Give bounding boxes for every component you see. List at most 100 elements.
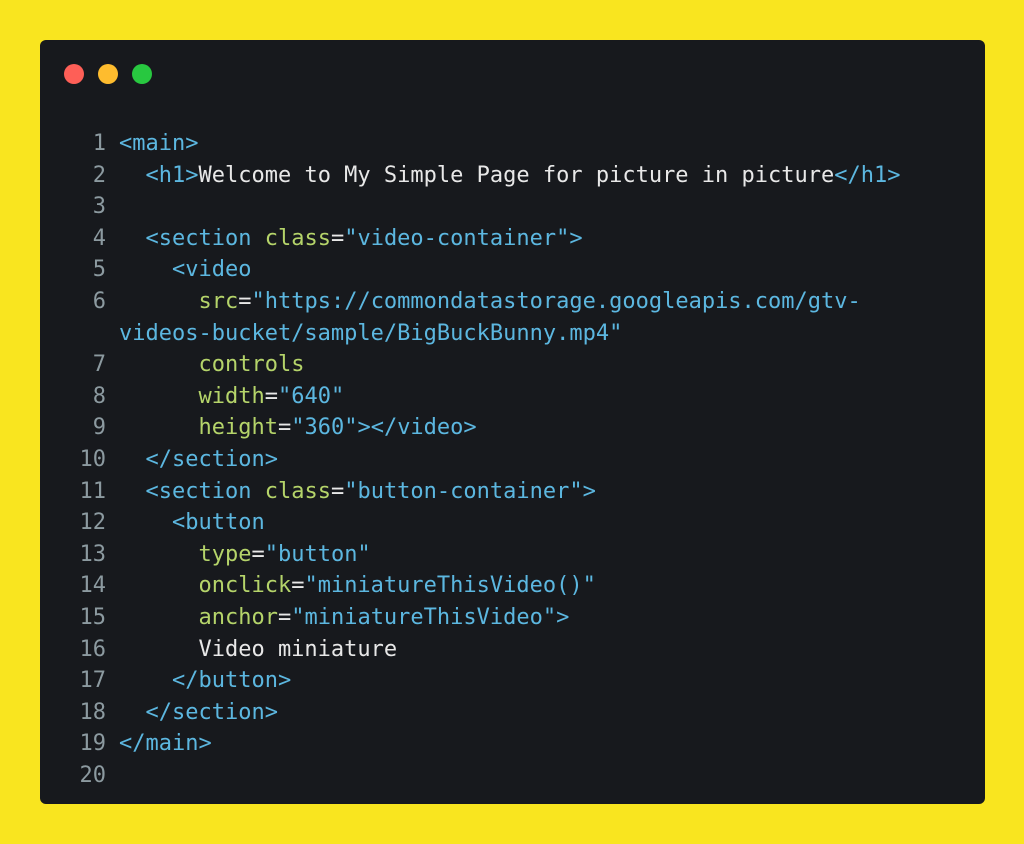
- code-line: 14 onclick="miniatureThisVideo()": [40, 570, 985, 602]
- maximize-dot-icon[interactable]: [132, 64, 152, 84]
- code-token-plain: =: [291, 573, 305, 599]
- code-token-str: "button": [264, 541, 371, 567]
- code-token-tag: <button: [171, 510, 265, 536]
- code-token-tag: <section: [145, 478, 265, 504]
- line-number: 7: [92, 352, 106, 378]
- code-line: 16 Video miniature: [40, 634, 985, 666]
- code-text: <section class="button-container">: [106, 476, 596, 508]
- code-token-tag: >: [582, 478, 596, 504]
- code-text: </section>: [106, 697, 278, 729]
- code-text: </button>: [106, 665, 291, 697]
- code-token-plain: =: [251, 541, 265, 567]
- code-line: 17 </button>: [40, 665, 985, 697]
- code-line: 1 <main>: [40, 128, 985, 160]
- code-token-tag: </main>: [119, 731, 212, 757]
- code-token-tag: </section>: [145, 446, 278, 472]
- line-number: 2: [92, 162, 106, 188]
- code-token-attr: height: [198, 415, 278, 441]
- code-token-plain: =: [330, 225, 345, 251]
- code-token-attr: type: [198, 541, 252, 567]
- code-token-plain: =: [277, 415, 292, 441]
- code-block: 1 <main> 2 <h1>Welcome to My Simple Page f…: [40, 128, 985, 791]
- code-line: 5 <video: [40, 254, 985, 286]
- code-token-str: "640": [277, 383, 345, 409]
- code-token-str: videos-bucket/sample/BigBuckBunny.mp4": [119, 320, 623, 346]
- code-text: width="640": [106, 381, 344, 413]
- code-text: type="button": [106, 539, 371, 571]
- window-controls: [64, 64, 152, 84]
- code-token-tag: <section: [145, 225, 265, 251]
- line-number: 15: [79, 604, 107, 630]
- code-token-tag: </section>: [145, 699, 278, 725]
- code-line: 13 type="button": [40, 539, 985, 571]
- code-text: <main>: [106, 128, 198, 160]
- code-token-attr: controls: [198, 352, 305, 378]
- code-token-plain: Video miniature: [119, 636, 398, 662]
- code-line: 8 width="640": [40, 381, 985, 413]
- line-number: 18: [79, 699, 107, 725]
- code-token-tag: </button>: [171, 668, 292, 694]
- code-line: 15 anchor="miniatureThisVideo">: [40, 602, 985, 634]
- code-line: 6 src="https://commondatastorage.googlea…: [40, 286, 985, 318]
- code-token-str: "miniatureThisVideo()": [304, 573, 596, 599]
- code-line: 4 <section class="video-container">: [40, 223, 985, 255]
- close-dot-icon[interactable]: [64, 64, 84, 84]
- line-number: 1: [92, 131, 106, 156]
- code-token-tag: >: [556, 604, 570, 630]
- code-token-plain: =: [277, 604, 292, 630]
- code-token-str: "360": [291, 415, 358, 441]
- code-line: 18 </section>: [40, 697, 985, 729]
- code-text: anchor="miniatureThisVideo">: [106, 602, 569, 634]
- line-number: 12: [79, 510, 107, 536]
- code-token-tag: ></video>: [357, 415, 477, 441]
- minimize-dot-icon[interactable]: [98, 64, 118, 84]
- line-number: 16: [79, 636, 107, 662]
- code-window: 1 <main> 2 <h1>Welcome to My Simple Page f…: [40, 40, 985, 804]
- code-token-attr: onclick: [198, 573, 292, 599]
- line-number: 3: [92, 194, 106, 220]
- code-text: </section>: [106, 444, 278, 476]
- line-number: 9: [92, 415, 106, 441]
- code-token-tag: <video: [171, 257, 252, 283]
- code-token-plain: =: [330, 478, 345, 504]
- code-token-tag: <main>: [119, 131, 199, 156]
- code-text: <button: [106, 507, 265, 539]
- line-number: 17: [79, 668, 107, 694]
- line-number: 14: [79, 573, 107, 599]
- code-line: 12 <button: [40, 507, 985, 539]
- code-line: 9 height="360"></video>: [40, 412, 985, 444]
- code-line: 2 <h1>Welcome to My Simple Page for pict…: [40, 160, 985, 192]
- code-text: </main>: [106, 728, 212, 760]
- code-text: height="360"></video>: [106, 412, 477, 444]
- code-token-attr: src: [198, 288, 239, 314]
- code-token-attr: anchor: [198, 604, 278, 630]
- line-number: 11: [79, 478, 107, 504]
- code-token-str: "miniatureThisVideo": [291, 604, 557, 630]
- code-token-attr: class: [264, 478, 331, 504]
- code-token-plain: =: [238, 288, 252, 314]
- code-text: <video: [106, 254, 251, 286]
- code-token-tag: >: [569, 225, 583, 251]
- code-token-tag: </h1>: [834, 162, 901, 188]
- line-number: 5: [92, 257, 106, 283]
- code-line-wrap: videos-bucket/sample/BigBuckBunny.mp4": [40, 318, 985, 350]
- line-number: 19: [79, 731, 107, 757]
- code-line: 19 </main>: [40, 728, 985, 760]
- code-text: src="https://commondatastorage.googleapi…: [106, 286, 860, 318]
- line-number: 4: [92, 225, 106, 251]
- line-number: 6: [92, 288, 106, 314]
